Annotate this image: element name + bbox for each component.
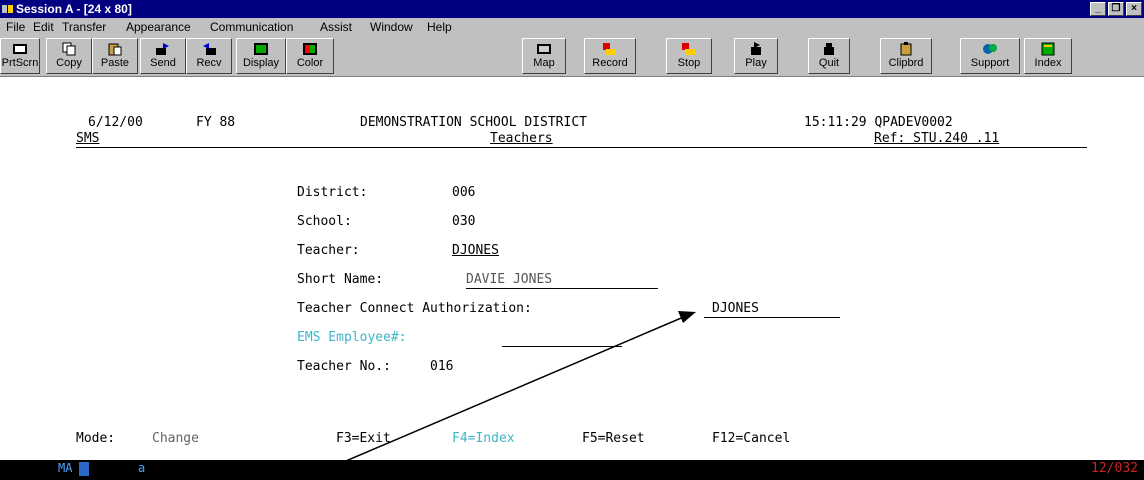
teacher-field[interactable]: DJONES — [452, 243, 499, 258]
header-time-job: 15:11:29 QPADEV0002 — [804, 115, 953, 130]
restore-button[interactable]: ❐ — [1108, 2, 1124, 16]
color-icon — [303, 43, 317, 55]
district-label: District: — [297, 185, 368, 200]
terminal-screen[interactable]: 6/12/00 FY 88 DEMONSTRATION SCHOOL DISTR… — [0, 77, 1144, 460]
session-icon — [2, 5, 13, 13]
map-icon — [537, 44, 551, 54]
short-name-label: Short Name: — [297, 272, 384, 287]
map-button[interactable]: Map — [522, 38, 566, 74]
support-icon — [983, 44, 997, 54]
clipboard-icon — [900, 42, 912, 56]
title-bar: Session A - [24 x 80] _ ❐ × — [0, 0, 1144, 18]
menu-appearance[interactable]: Appearance — [126, 18, 191, 36]
receive-icon — [203, 43, 216, 55]
color-button[interactable]: Color — [286, 38, 334, 74]
record-button[interactable]: Record — [584, 38, 636, 74]
status-bar — [0, 460, 1144, 480]
menu-assist[interactable]: Assist — [320, 18, 352, 36]
mode-label: Mode: — [76, 431, 116, 446]
connect-auth-label: Teacher Connect Authorization: — [297, 301, 532, 316]
print-screen-icon — [13, 44, 27, 54]
status-indicator: MA — [58, 461, 73, 475]
teacher-no-value: 016 — [430, 359, 454, 374]
f5-reset-key[interactable]: F5=Reset — [582, 431, 645, 446]
play-icon — [751, 42, 761, 55]
header-underline — [76, 147, 1087, 148]
ems-employee-underline — [502, 346, 622, 347]
ems-employee-label: EMS Employee#: — [297, 330, 407, 345]
index-button[interactable]: Index — [1024, 38, 1072, 74]
quit-icon — [824, 43, 834, 55]
connect-auth-field[interactable]: DJONES — [712, 301, 759, 316]
menu-window[interactable]: Window — [370, 18, 413, 36]
teacher-no-label: Teacher No.: — [297, 359, 391, 374]
clipbrd-button[interactable]: Clipbrd — [880, 38, 932, 74]
paste-button[interactable]: Paste — [92, 38, 138, 74]
cursor-position: 12/032 — [1091, 461, 1138, 476]
prtscrn-button[interactable]: PrtScrn — [0, 38, 40, 74]
index-icon — [1041, 42, 1055, 56]
toolbar: PrtScrn Copy Paste Send Recv Display Col… — [0, 36, 1144, 77]
school-value: 030 — [452, 214, 476, 229]
menu-bar: File Edit Transfer Appearance Communicat… — [0, 18, 1144, 36]
send-button[interactable]: Send — [140, 38, 186, 74]
teacher-label: Teacher: — [297, 243, 360, 258]
send-icon — [156, 43, 169, 55]
school-label: School: — [297, 214, 352, 229]
menu-help[interactable]: Help — [427, 18, 452, 36]
district-value: 006 — [452, 185, 476, 200]
header-date: 6/12/00 — [88, 115, 143, 130]
connect-auth-underline — [704, 317, 840, 318]
f12-cancel-key[interactable]: F12=Cancel — [712, 431, 790, 446]
copy-icon — [62, 42, 76, 56]
menu-transfer[interactable]: Transfer — [62, 18, 106, 36]
copy-button[interactable]: Copy — [46, 38, 92, 74]
recv-button[interactable]: Recv — [186, 38, 232, 74]
play-button[interactable]: Play — [734, 38, 778, 74]
header-district-title: DEMONSTRATION SCHOOL DISTRICT — [360, 115, 587, 130]
header-ref: Ref: STU.240 .11 — [874, 131, 1000, 146]
header-system: SMS — [76, 131, 100, 146]
quit-button[interactable]: Quit — [808, 38, 850, 74]
support-button[interactable]: Support — [960, 38, 1020, 74]
f3-exit-key[interactable]: F3=Exit — [336, 431, 391, 446]
mode-value: Change — [152, 431, 199, 446]
menu-edit[interactable]: Edit — [33, 18, 54, 36]
display-button[interactable]: Display — [236, 38, 286, 74]
status-cursor-block — [79, 462, 89, 476]
display-icon — [254, 43, 268, 55]
menu-communication[interactable]: Communication — [210, 18, 293, 36]
stop-icon — [682, 43, 695, 55]
header-fy: FY 88 — [196, 115, 236, 130]
short-name-field[interactable]: DAVIE JONES — [466, 272, 552, 287]
record-icon — [603, 43, 616, 55]
f4-index-key[interactable]: F4=Index — [452, 431, 515, 446]
header-subtitle: Teachers — [490, 131, 553, 146]
paste-icon — [108, 43, 122, 56]
stop-button[interactable]: Stop — [666, 38, 712, 74]
minimize-button[interactable]: _ — [1090, 2, 1106, 16]
status-input: a — [138, 461, 146, 475]
close-button[interactable]: × — [1126, 2, 1142, 16]
window-title: Session A - [24 x 80] — [16, 2, 132, 16]
short-name-underline — [466, 288, 658, 289]
menu-file[interactable]: File — [6, 18, 25, 36]
